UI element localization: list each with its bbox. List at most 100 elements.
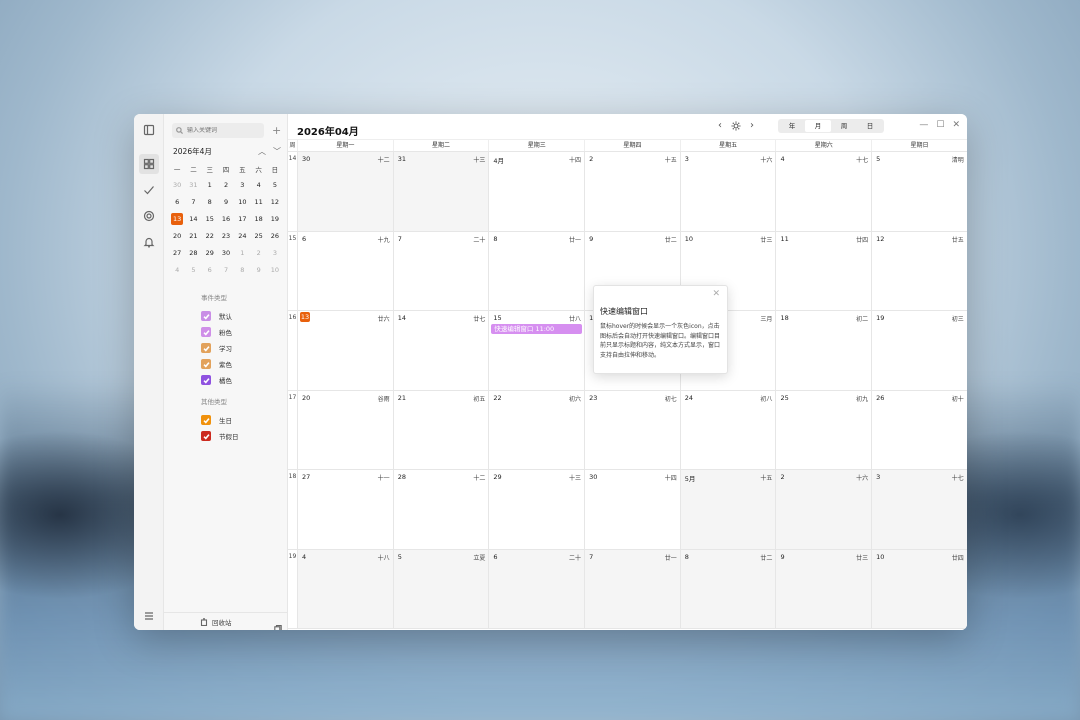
mini-day[interactable]: 22: [202, 227, 218, 244]
mini-day[interactable]: 25: [250, 227, 266, 244]
trash-button[interactable]: 回收站: [200, 617, 232, 627]
day-cell[interactable]: 5 清明: [871, 152, 967, 231]
mini-day[interactable]: 30: [169, 176, 185, 193]
mini-day[interactable]: 7: [218, 261, 234, 278]
close-icon[interactable]: ✕: [712, 289, 720, 299]
checkbox[interactable]: [201, 343, 211, 353]
day-cell[interactable]: 29 十三: [488, 470, 584, 549]
toggle-sidebar-icon[interactable]: [139, 120, 159, 140]
day-cell[interactable]: 23 初七: [584, 390, 680, 469]
mini-day[interactable]: 3: [267, 244, 283, 261]
day-cell[interactable]: 18 初二: [775, 311, 871, 390]
mini-day[interactable]: 10: [267, 261, 283, 278]
type-row-event_types[interactable]: 橘色: [201, 372, 232, 388]
mini-day[interactable]: 10: [234, 193, 250, 210]
bell-icon[interactable]: [139, 232, 159, 252]
todo-check-icon[interactable]: [139, 180, 159, 200]
mini-day[interactable]: 3: [234, 176, 250, 193]
search-input[interactable]: [187, 127, 263, 134]
mini-day[interactable]: 8: [234, 261, 250, 278]
mini-day[interactable]: 21: [185, 227, 201, 244]
event-chip[interactable]: 快速编辑窗口 11:00: [491, 324, 583, 334]
mini-day[interactable]: 1: [202, 176, 218, 193]
mini-day[interactable]: 27: [169, 244, 185, 261]
day-cell[interactable]: 10 廿四: [871, 549, 967, 628]
checkbox[interactable]: [201, 431, 211, 441]
mini-day[interactable]: 4: [169, 261, 185, 278]
mini-day[interactable]: 9: [250, 261, 266, 278]
day-cell[interactable]: 2 十五: [584, 152, 680, 231]
day-cell[interactable]: 6 十九: [297, 231, 393, 310]
close-window-icon[interactable]: ✕: [952, 120, 960, 130]
day-cell[interactable]: 14 廿七: [392, 311, 489, 390]
day-cell[interactable]: 27 十一: [297, 470, 393, 549]
day-cell[interactable]: 9 廿三: [775, 549, 872, 628]
type-row-event_types[interactable]: 默认: [201, 308, 232, 324]
mini-day[interactable]: 17: [234, 210, 250, 227]
mini-day[interactable]: 19: [267, 210, 283, 227]
mini-day[interactable]: 6: [169, 193, 185, 210]
day-cell[interactable]: 12 廿五: [871, 231, 967, 310]
type-row-event_types[interactable]: 学习: [201, 340, 232, 356]
mini-day[interactable]: 16: [218, 210, 234, 227]
mini-day[interactable]: 12: [267, 193, 283, 210]
checkbox[interactable]: [201, 359, 211, 369]
mini-day[interactable]: 20: [169, 227, 185, 244]
day-cell[interactable]: 8 廿二: [679, 549, 776, 628]
day-cell[interactable]: 5月 十五: [679, 470, 776, 549]
view-tab[interactable]: 日: [857, 120, 883, 132]
day-cell[interactable]: 24 初八: [679, 390, 776, 469]
mini-day[interactable]: 28: [185, 244, 201, 261]
mini-day[interactable]: 2: [250, 244, 266, 261]
maximize-icon[interactable]: ☐: [936, 120, 944, 130]
day-cell[interactable]: 5 立夏: [392, 549, 489, 628]
mini-day[interactable]: 4: [250, 176, 266, 193]
mini-day[interactable]: 14: [185, 210, 201, 227]
mini-day[interactable]: 23: [218, 227, 234, 244]
day-cell[interactable]: 20 谷雨: [297, 390, 393, 469]
view-tab[interactable]: 年: [779, 120, 805, 132]
day-cell[interactable]: 21 初五: [392, 390, 489, 469]
day-cell[interactable]: 19 初三: [871, 311, 967, 390]
minimize-icon[interactable]: —: [919, 120, 928, 130]
day-cell[interactable]: 8 廿一: [488, 231, 584, 310]
day-cell[interactable]: 7 廿一: [584, 549, 680, 628]
mini-day[interactable]: 2: [218, 176, 234, 193]
day-cell[interactable]: 4 十七: [775, 152, 871, 231]
sun-today-icon[interactable]: [731, 121, 741, 131]
mini-day[interactable]: 30: [218, 244, 234, 261]
mini-day[interactable]: 31: [185, 176, 201, 193]
checkbox[interactable]: [201, 415, 211, 425]
day-cell[interactable]: 15 廿八 快速编辑窗口 11:00: [488, 311, 584, 390]
add-button[interactable]: +: [272, 123, 281, 138]
chevron-up-icon[interactable]: ︿: [258, 146, 266, 157]
checkbox[interactable]: [201, 327, 211, 337]
mini-day[interactable]: 13: [169, 210, 185, 227]
type-row-other_types[interactable]: 节假日: [201, 428, 239, 444]
mini-day[interactable]: 1: [234, 244, 250, 261]
day-cell[interactable]: 25 初九: [775, 390, 871, 469]
day-cell[interactable]: 31 十三: [392, 152, 489, 231]
mini-day[interactable]: 8: [202, 193, 218, 210]
day-cell[interactable]: 13 廿六: [297, 311, 393, 390]
copy-icon[interactable]: [274, 618, 282, 630]
day-cell[interactable]: 2 十六: [775, 470, 872, 549]
day-cell[interactable]: 7 二十: [392, 231, 489, 310]
mini-day[interactable]: 26: [267, 227, 283, 244]
day-cell[interactable]: 11 廿四: [775, 231, 871, 310]
checkbox[interactable]: [201, 311, 211, 321]
next-month-button[interactable]: ›: [750, 120, 754, 131]
mini-day[interactable]: 24: [234, 227, 250, 244]
day-cell[interactable]: 4月 十四: [488, 152, 584, 231]
day-cell[interactable]: 3 十六: [679, 152, 776, 231]
day-cell[interactable]: 26 初十: [871, 390, 967, 469]
prev-month-button[interactable]: ‹: [718, 120, 722, 131]
view-tab[interactable]: 月: [805, 120, 831, 132]
chevron-down-icon[interactable]: ﹀: [273, 146, 281, 157]
mini-day[interactable]: 18: [250, 210, 266, 227]
type-row-other_types[interactable]: 生日: [201, 412, 239, 428]
day-cell[interactable]: 28 十二: [392, 470, 489, 549]
menu-icon[interactable]: [139, 606, 159, 626]
day-cell[interactable]: 22 初六: [488, 390, 584, 469]
day-cell[interactable]: 30 十二: [297, 152, 393, 231]
